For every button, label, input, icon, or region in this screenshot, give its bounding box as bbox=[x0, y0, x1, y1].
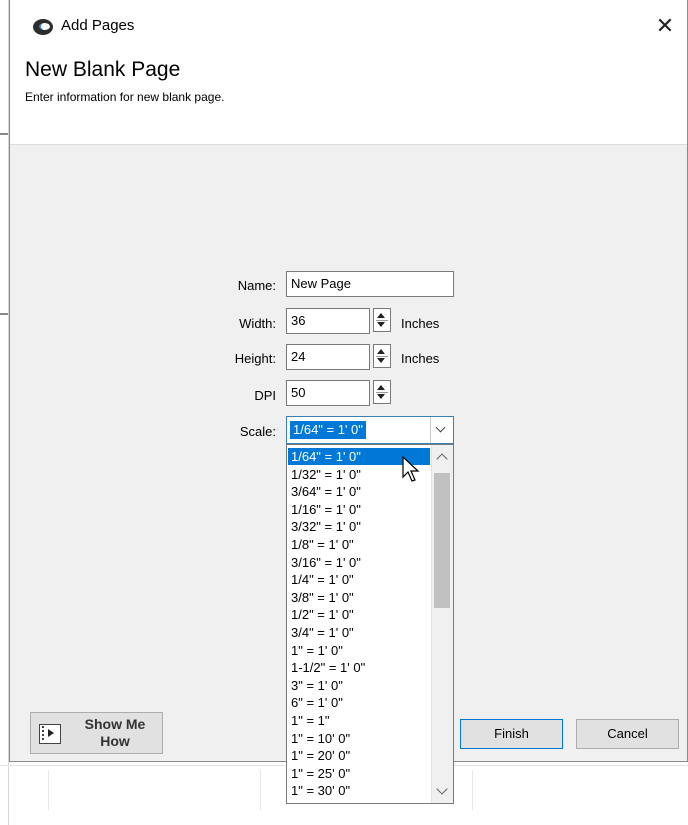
scale-label: Scale: bbox=[239, 424, 276, 439]
background-grid-line bbox=[260, 770, 261, 810]
scale-option[interactable]: 3/16" = 1' 0" bbox=[288, 554, 430, 571]
scale-option[interactable]: 3/8" = 1' 0" bbox=[288, 589, 430, 606]
scale-option[interactable]: 1-1/2" = 1' 0" bbox=[288, 659, 430, 676]
dropdown-scrollbar[interactable] bbox=[431, 445, 453, 803]
film-play-icon bbox=[39, 724, 61, 744]
scroll-down-icon[interactable] bbox=[436, 783, 448, 795]
page-subtitle: Enter information for new blank page. bbox=[25, 90, 225, 104]
height-spinner[interactable] bbox=[373, 344, 391, 368]
scale-option[interactable]: 1/16" = 1' 0" bbox=[288, 501, 430, 518]
background-ruler-mark bbox=[0, 313, 8, 315]
scale-option[interactable]: 3/4" = 1' 0" bbox=[288, 624, 430, 641]
height-label: Height: bbox=[234, 351, 276, 366]
show-me-how-button[interactable]: Show Me How bbox=[30, 712, 163, 754]
width-spinner[interactable] bbox=[373, 308, 391, 332]
scale-option[interactable]: 3/32" = 1' 0" bbox=[288, 518, 430, 535]
scale-option[interactable]: 6" = 1' 0" bbox=[288, 694, 430, 711]
app-eye-icon bbox=[33, 19, 53, 35]
scale-option[interactable]: 1" = 10' 0" bbox=[288, 730, 430, 747]
scale-selected-value: 1/64" = 1' 0" bbox=[290, 421, 366, 439]
name-label: Name: bbox=[237, 278, 276, 293]
scroll-thumb[interactable] bbox=[434, 473, 450, 608]
scale-option[interactable]: 1" = 1" bbox=[288, 712, 430, 729]
dpi-field[interactable]: 50 bbox=[286, 380, 370, 406]
cancel-button[interactable]: Cancel bbox=[576, 719, 679, 749]
name-field[interactable]: New Page bbox=[286, 271, 454, 297]
scale-option[interactable]: 1/2" = 1' 0" bbox=[288, 606, 430, 623]
scale-option[interactable]: 1" = 25' 0" bbox=[288, 765, 430, 782]
background-ruler-mark bbox=[0, 133, 8, 135]
scale-option[interactable]: 3" = 1' 0" bbox=[288, 677, 430, 694]
height-unit: Inches bbox=[401, 351, 440, 366]
close-icon[interactable]: ✕ bbox=[651, 12, 679, 40]
dialog-header: New Blank Page Enter information for new… bbox=[10, 52, 687, 145]
background-grid-line bbox=[48, 770, 49, 810]
scale-option[interactable]: 1" = 20' 0" bbox=[288, 747, 430, 764]
width-field[interactable]: 36 bbox=[286, 308, 370, 334]
title-bar[interactable]: Add Pages ✕ bbox=[10, 0, 687, 52]
finish-button[interactable]: Finish bbox=[460, 719, 563, 749]
background-grid-line bbox=[472, 770, 473, 810]
dpi-label: DPI bbox=[254, 388, 276, 403]
scale-option[interactable]: 1/8" = 1' 0" bbox=[288, 536, 430, 553]
scale-option[interactable]: 1" = 30' 0" bbox=[288, 782, 430, 799]
scroll-up-icon[interactable] bbox=[436, 453, 448, 465]
scale-dropdown-list[interactable]: 1/64" = 1' 0" 1/32" = 1' 0" 3/64" = 1' 0" 1… bbox=[286, 444, 454, 804]
dpi-spinner[interactable] bbox=[373, 380, 391, 404]
scale-combobox[interactable]: 1/64" = 1' 0" bbox=[286, 416, 454, 444]
scale-option[interactable]: 1/4" = 1' 0" bbox=[288, 571, 430, 588]
width-label: Width: bbox=[239, 316, 276, 331]
scale-option[interactable]: 3/64" = 1' 0" bbox=[288, 483, 430, 500]
chevron-down-icon[interactable] bbox=[430, 417, 453, 443]
page-title: New Blank Page bbox=[25, 58, 181, 81]
width-unit: Inches bbox=[401, 316, 440, 331]
height-field[interactable]: 24 bbox=[286, 344, 370, 370]
mouse-pointer-icon bbox=[402, 456, 420, 482]
show-me-how-label: Show Me How bbox=[84, 716, 146, 749]
dialog-title: Add Pages bbox=[61, 17, 135, 34]
scale-option[interactable]: 1" = 1' 0" bbox=[288, 642, 430, 659]
